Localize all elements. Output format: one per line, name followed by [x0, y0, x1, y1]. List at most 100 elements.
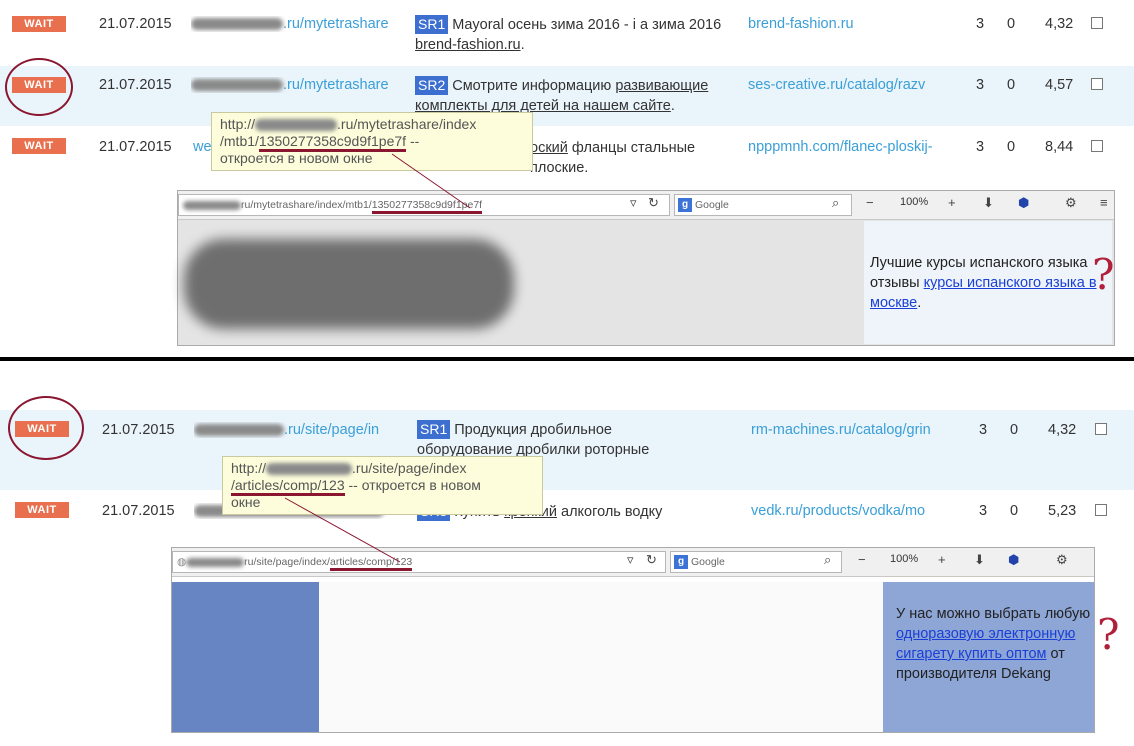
address-path: ru/site/page/index/ — [244, 556, 330, 568]
browser-window: ru/mytetrashare/index/mtb1/1350277358c9d… — [177, 190, 1115, 346]
annotation-circle — [8, 396, 84, 460]
date-cell: 21.07.2015 — [99, 139, 172, 155]
ad-end: . — [917, 295, 922, 311]
annotation-question: ? — [1092, 250, 1115, 299]
abp-icon[interactable]: ⬢ — [1018, 195, 1029, 211]
source-url[interactable]: .ru/mytetrashare — [191, 77, 394, 93]
count-1: 3 — [979, 422, 988, 438]
redacted-blur — [191, 18, 283, 31]
title-text: Mayoral осень зима 2016 - i а зима 2016 — [452, 17, 722, 33]
url-tooltip: http://.ru/mytetrashare/index /mtb1/1350… — [211, 112, 533, 171]
target-url[interactable]: vedk.ru/products/vodka/mo — [751, 503, 954, 519]
browser-toolbar: ◍ ru/site/page/index/articles/comp/123 ▿ … — [172, 548, 1094, 577]
search-icon[interactable]: ⌕ — [832, 195, 839, 211]
title-end: . — [670, 98, 675, 114]
redacted-blur — [186, 557, 245, 567]
zoom-level[interactable]: 100% — [890, 553, 918, 565]
content-area — [319, 582, 883, 732]
gear-icon[interactable]: ⚙ — [1065, 195, 1077, 211]
source-url[interactable]: .ru/site/page/in — [194, 422, 394, 438]
link-title: оский фланцы стальные плоские. — [530, 138, 730, 178]
url-tooltip: http://.ru/site/page/index /articles/com… — [222, 456, 543, 515]
count-2: 0 — [1007, 16, 1016, 32]
sr-badge: SR1 — [417, 420, 451, 439]
row-checkbox[interactable] — [1091, 17, 1103, 29]
search-box[interactable]: g Google — [674, 194, 852, 216]
date-cell: 21.07.2015 — [99, 16, 172, 32]
tooltip-host: .ru/mytetrashare/index — [337, 116, 477, 132]
address-id: articles/comp/123 — [329, 556, 413, 571]
reload-icon[interactable]: ↻ — [648, 195, 659, 211]
browser-window: ◍ ru/site/page/index/articles/comp/123 ▿ … — [171, 547, 1095, 733]
dropdown-icon[interactable]: ▿ — [627, 552, 634, 568]
source-url[interactable]: .ru/mytetrashare — [191, 16, 394, 32]
score: 5,23 — [1048, 503, 1077, 519]
redacted-blur — [191, 79, 283, 92]
table-row: WAIT 21.07.2015 SR3Купить крепкий алкого… — [0, 492, 1134, 532]
count-1: 3 — [976, 77, 985, 93]
title-text: Смотрите информацию — [452, 78, 616, 94]
count-2: 0 — [1007, 139, 1016, 155]
download-icon[interactable]: ⬇ — [983, 195, 994, 211]
redacted-blur — [266, 463, 353, 476]
target-url[interactable]: brend-fashion.ru — [748, 16, 953, 32]
target-url[interactable]: npppmnh.com/flanec-ploskij- — [748, 139, 951, 155]
date-cell: 21.07.2015 — [102, 503, 175, 519]
section-divider — [0, 357, 1134, 361]
tooltip-scheme: http:// — [231, 460, 267, 476]
tooltip-note: -- откроется в новом — [344, 477, 481, 493]
title-end: . — [520, 37, 525, 53]
row-checkbox[interactable] — [1095, 423, 1107, 435]
row-checkbox[interactable] — [1091, 140, 1103, 152]
ad-copy: У нас можно выбрать любую — [896, 606, 1091, 622]
title-text: Продукция дробильное оборудование дробил… — [417, 422, 650, 458]
zoom-out-icon[interactable]: − — [866, 195, 874, 210]
tooltip-path: /mtb1/ — [220, 133, 259, 149]
redacted-blur — [255, 119, 338, 132]
zoom-in-icon[interactable]: + — [948, 195, 956, 210]
address-path: ru/mytetrashare/index/mtb1/ — [241, 199, 372, 211]
google-icon: g — [674, 555, 688, 569]
browser-toolbar: ru/mytetrashare/index/mtb1/1350277358c9d… — [178, 191, 1114, 220]
tooltip-note: откроется в новом окне — [220, 150, 373, 166]
download-icon[interactable]: ⬇ — [974, 552, 985, 568]
link-title: SR1 Mayoral осень зима 2016 - i а зима 20… — [415, 15, 725, 55]
count-2: 0 — [1007, 77, 1016, 93]
title-anchor[interactable]: оский — [530, 140, 568, 156]
score: 4,32 — [1048, 422, 1077, 438]
status-badge: WAIT — [12, 16, 66, 32]
count-2: 0 — [1010, 422, 1019, 438]
score: 4,57 — [1045, 77, 1074, 93]
date-cell: 21.07.2015 — [102, 422, 175, 438]
address-id: 1350277358c9d9f1pe7f — [371, 199, 483, 214]
tooltip-dash: -- — [406, 133, 420, 149]
tooltip-scheme: http:// — [220, 116, 256, 132]
link-title: SR2 Смотрите информацию развивающие компл… — [415, 76, 735, 116]
row-checkbox[interactable] — [1095, 504, 1107, 516]
target-url[interactable]: ses-creative.ru/catalog/razv — [748, 77, 953, 93]
reload-icon[interactable]: ↻ — [646, 552, 657, 568]
zoom-out-icon[interactable]: − — [858, 552, 866, 567]
source-url-text: .ru/mytetrashare — [283, 16, 389, 32]
row-checkbox[interactable] — [1091, 78, 1103, 90]
gear-icon[interactable]: ⚙ — [1056, 552, 1068, 568]
search-icon[interactable]: ⌕ — [824, 552, 831, 568]
source-url[interactable]: we — [193, 139, 213, 155]
address-bar[interactable]: ◍ ru/site/page/index/articles/comp/123 — [172, 551, 666, 573]
abp-icon[interactable]: ⬢ — [1008, 552, 1019, 568]
ad-text: У нас можно выбрать любую одноразовую эл… — [896, 604, 1092, 684]
redacted-blur — [194, 424, 284, 437]
status-badge: WAIT — [12, 138, 66, 154]
zoom-in-icon[interactable]: + — [938, 552, 946, 567]
score: 8,44 — [1045, 139, 1074, 155]
tooltip-note-end: окне — [231, 494, 261, 510]
search-placeholder: Google — [691, 556, 725, 568]
sidebar-panel — [172, 582, 319, 732]
title-anchor[interactable]: brend-fashion.ru — [415, 37, 521, 53]
address-bar[interactable]: ru/mytetrashare/index/mtb1/1350277358c9d… — [178, 194, 670, 216]
dropdown-icon[interactable]: ▿ — [630, 195, 637, 211]
target-url[interactable]: rm-machines.ru/catalog/grin — [751, 422, 954, 438]
menu-icon[interactable]: ≡ — [1100, 195, 1108, 210]
search-box[interactable]: g Google — [670, 551, 842, 573]
zoom-level[interactable]: 100% — [900, 196, 928, 208]
